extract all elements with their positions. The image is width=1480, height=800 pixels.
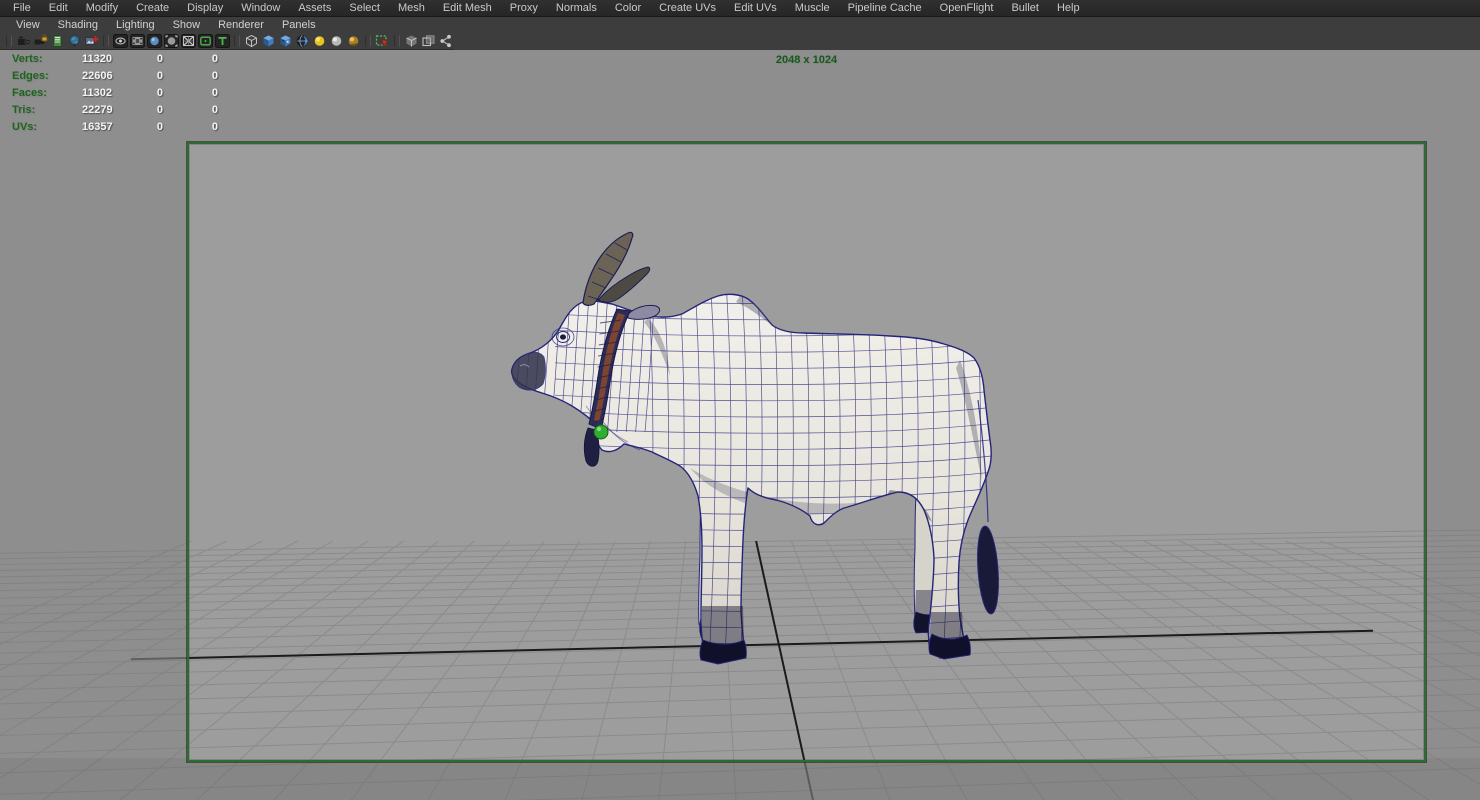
hud-label: Edges:	[12, 70, 49, 82]
hud-value: 11320	[82, 53, 112, 65]
panel-menu-item-view[interactable]: View	[7, 17, 49, 33]
toolbar-separator	[365, 35, 371, 47]
gate-region	[187, 142, 1426, 762]
field-chart-icon[interactable]	[180, 34, 197, 49]
panel-menubar: View Shading Lighting Show Renderer Panels	[0, 17, 325, 33]
textured-wire-icon[interactable]	[294, 34, 311, 49]
hud-value: 0	[211, 87, 218, 99]
menu-item-edit-uvs[interactable]: Edit UVs	[725, 0, 786, 16]
lock-camera-icon[interactable]	[32, 34, 49, 49]
shadows-icon[interactable]	[345, 34, 362, 49]
default-lighting-icon[interactable]	[311, 34, 328, 49]
menu-item-mesh[interactable]: Mesh	[389, 0, 434, 16]
menu-item-assets[interactable]: Assets	[289, 0, 340, 16]
wireframe-icon[interactable]	[243, 34, 260, 49]
menu-item-bullet[interactable]: Bullet	[1002, 0, 1048, 16]
textured-icon[interactable]	[277, 34, 294, 49]
hud-value: 0	[156, 104, 163, 116]
hud-value: 0	[156, 53, 163, 65]
viewport-canvas[interactable]: Verts: 11320 0 0 Edges: 22606 0 0 Faces: 11302 0 0 T…	[0, 50, 1480, 800]
panel-toolbar	[0, 33, 454, 50]
menu-item-normals[interactable]: Normals	[547, 0, 606, 16]
menu-item-help[interactable]: Help	[1048, 0, 1089, 16]
menu-item-modify[interactable]: Modify	[77, 0, 127, 16]
menu-item-color[interactable]: Color	[606, 0, 650, 16]
hud-label: Verts:	[12, 53, 43, 65]
hud-label: UVs:	[12, 121, 38, 133]
film-gate-icon[interactable]	[129, 34, 146, 49]
menu-item-create-uvs[interactable]: Create UVs	[650, 0, 725, 16]
menu-item-create[interactable]: Create	[127, 0, 178, 16]
hud-label: Faces:	[12, 87, 47, 99]
hud-value: 0	[211, 121, 218, 133]
hud-row-tris: Tris: 22279 0 0	[12, 102, 218, 119]
hud-row-uvs: UVs: 16357 0 0	[12, 119, 218, 136]
hud-row-edges: Edges: 22606 0 0	[12, 68, 218, 85]
hud-value: 0	[156, 87, 163, 99]
perspective-view[interactable]	[0, 50, 1480, 800]
menu-item-proxy[interactable]: Proxy	[501, 0, 547, 16]
safe-action-icon[interactable]	[197, 34, 214, 49]
hud-value: 0	[211, 104, 218, 116]
gate-mask-icon[interactable]	[163, 34, 180, 49]
panel-menu-item-panels[interactable]: Panels	[273, 17, 325, 33]
toolbar-separator	[103, 35, 109, 47]
hud-value: 22279	[82, 104, 113, 116]
hud-value: 11302	[82, 87, 112, 99]
image-plane-icon[interactable]	[83, 34, 100, 49]
joints-xray-icon[interactable]	[437, 34, 454, 49]
hud-value: 0	[156, 70, 163, 82]
camera-attributes-icon[interactable]	[49, 34, 66, 49]
all-lights-icon[interactable]	[328, 34, 345, 49]
hud-row-faces: Faces: 11302 0 0	[12, 85, 218, 102]
hud-value: 16357	[82, 121, 113, 133]
menu-item-display[interactable]: Display	[178, 0, 232, 16]
panel-menu-item-lighting[interactable]: Lighting	[107, 17, 164, 33]
safe-title-icon[interactable]	[214, 34, 231, 49]
pan-zoom-icon[interactable]	[112, 34, 129, 49]
main-menubar: File Edit Modify Create Display Window Assets S…	[0, 0, 1480, 17]
hud-label: Tris:	[12, 104, 36, 116]
menu-item-pipeline-cache[interactable]: Pipeline Cache	[839, 0, 931, 16]
panel-menu-item-shading[interactable]: Shading	[49, 17, 107, 33]
toolbar-separator	[234, 35, 240, 47]
panel-menu-item-show[interactable]: Show	[164, 17, 210, 33]
resolution-gate-icon[interactable]	[146, 34, 163, 49]
menu-item-edit-mesh[interactable]: Edit Mesh	[434, 0, 501, 16]
toolbar-separator	[6, 35, 12, 47]
bookmarks-icon[interactable]	[66, 34, 83, 49]
menu-item-file[interactable]: File	[4, 0, 40, 16]
poly-count-hud: Verts: 11320 0 0 Edges: 22606 0 0 Faces: 11302 0 0 T…	[12, 51, 218, 136]
xray-icon[interactable]	[403, 34, 420, 49]
menu-item-window[interactable]: Window	[232, 0, 289, 16]
isolate-select-icon[interactable]	[374, 34, 391, 49]
hud-row-verts: Verts: 11320 0 0	[12, 51, 218, 68]
menu-item-select[interactable]: Select	[340, 0, 389, 16]
hud-value: 0	[211, 70, 218, 82]
hud-value: 0	[156, 121, 163, 133]
hud-value: 22606	[82, 70, 113, 82]
menu-item-muscle[interactable]: Muscle	[786, 0, 839, 16]
panel-menu-item-renderer[interactable]: Renderer	[209, 17, 273, 33]
hud-value: 0	[211, 53, 218, 65]
smooth-shade-icon[interactable]	[260, 34, 277, 49]
menu-item-edit[interactable]: Edit	[40, 0, 77, 16]
select-camera-icon[interactable]	[15, 34, 32, 49]
toolbar-separator	[394, 35, 400, 47]
menu-item-openflight[interactable]: OpenFlight	[931, 0, 1003, 16]
xray-active-icon[interactable]	[420, 34, 437, 49]
